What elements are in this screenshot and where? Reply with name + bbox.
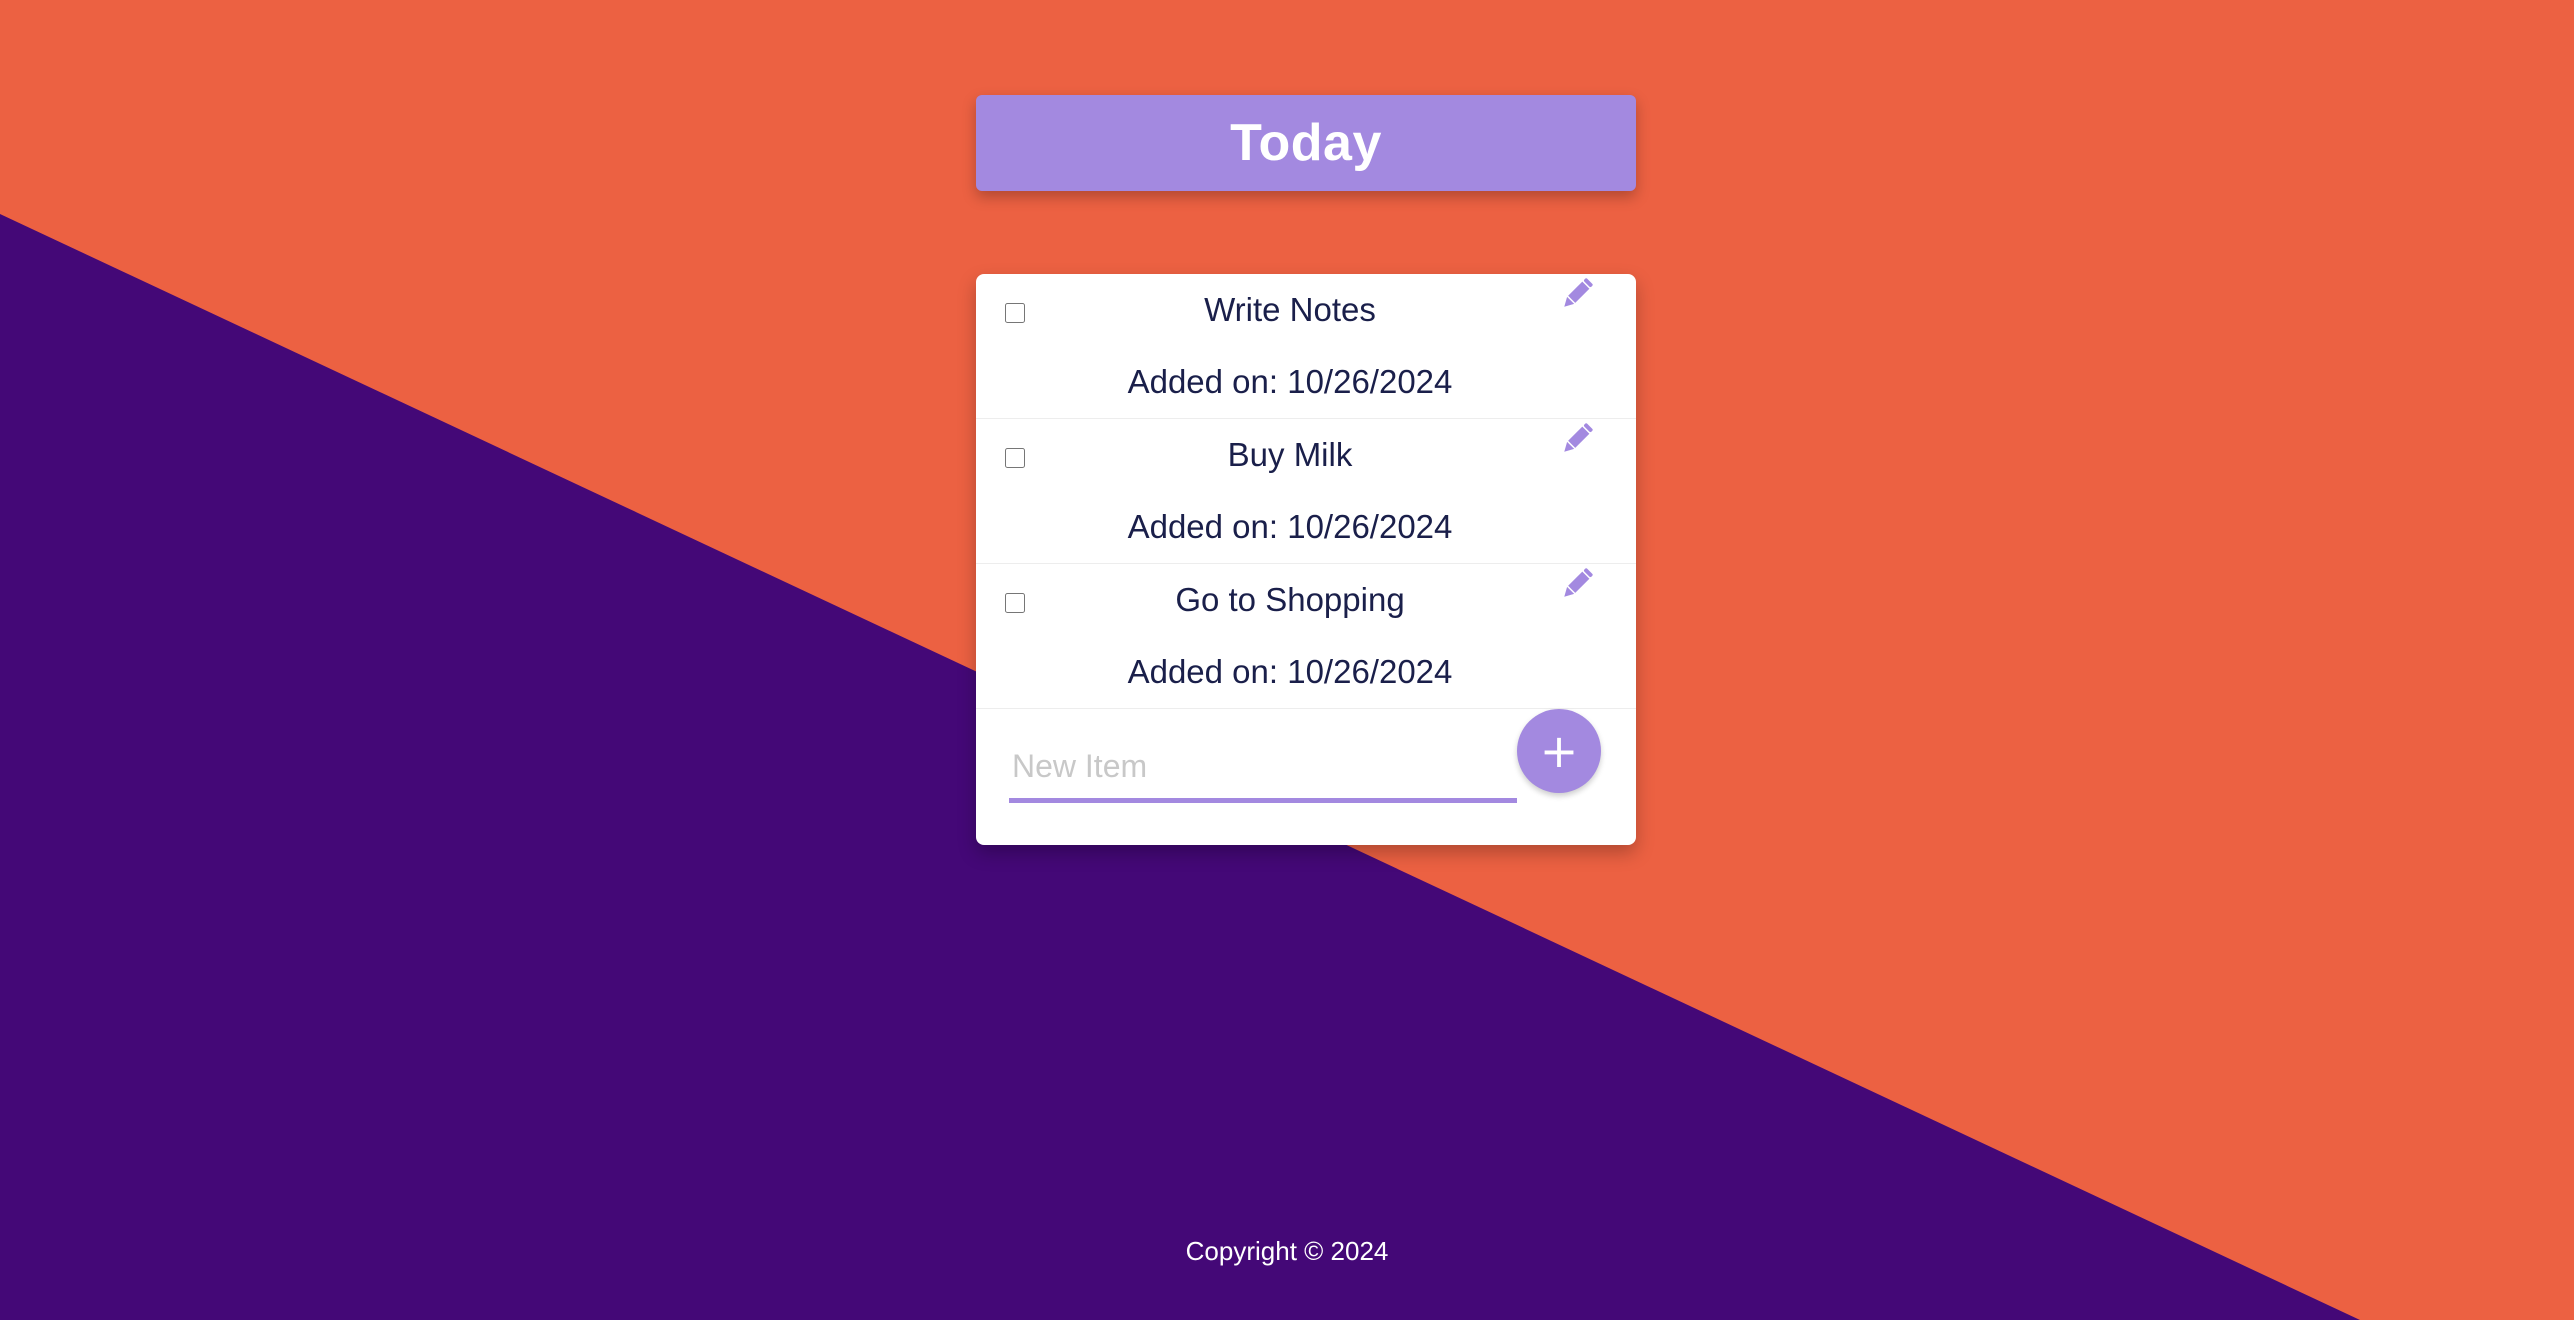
item-title: Write Notes (1204, 291, 1376, 328)
list-item: Write Notes Added on: 10/26/2024 (976, 274, 1636, 419)
item-title: Buy Milk (1227, 436, 1353, 473)
todo-card: Write Notes Added on: 10/26/2024 Buy Mil… (976, 274, 1636, 845)
item-date: Added on: 10/26/2024 (1127, 363, 1453, 400)
pencil-icon[interactable] (1557, 564, 1597, 604)
new-item-input[interactable] (1009, 735, 1517, 803)
item-title: Go to Shopping (1175, 581, 1405, 618)
header-banner: Today (976, 95, 1636, 191)
plus-icon: + (1539, 724, 1579, 778)
pencil-icon[interactable] (1557, 274, 1597, 314)
list-item: Go to Shopping Added on: 10/26/2024 (976, 564, 1636, 709)
pencil-icon[interactable] (1557, 419, 1597, 459)
copyright-footer: Copyright © 2024 (1185, 1236, 1389, 1266)
list-item: Buy Milk Added on: 10/26/2024 (976, 419, 1636, 564)
add-item-button[interactable]: + (1517, 709, 1601, 793)
page-title: Today (1230, 114, 1382, 172)
item-date: Added on: 10/26/2024 (1127, 508, 1453, 545)
item-date: Added on: 10/26/2024 (1127, 653, 1453, 690)
new-item-form: + (976, 709, 1636, 845)
